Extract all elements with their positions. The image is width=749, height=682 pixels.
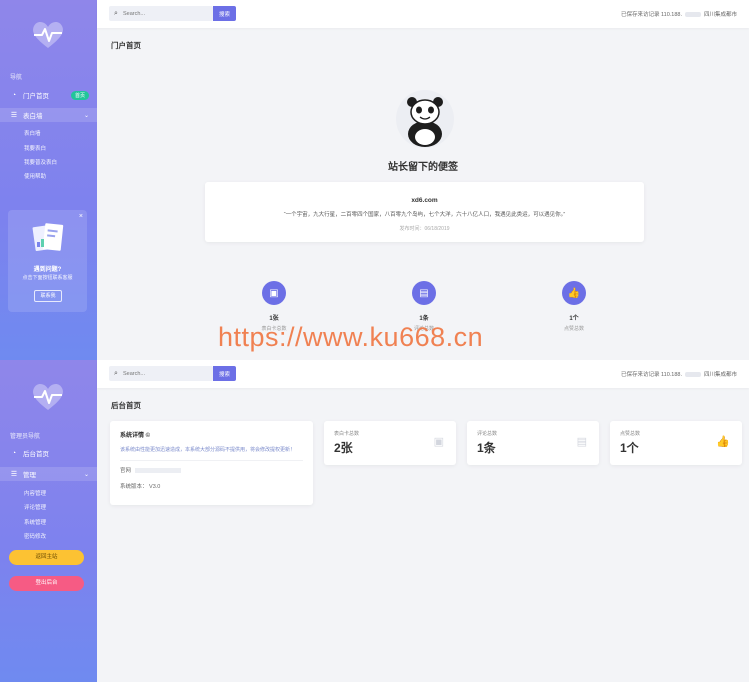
help-promo-card: × 遇到问题? 点击下面按钮联系客服 联系我 xyxy=(8,210,87,312)
chevron-down-icon: ⌄ xyxy=(83,471,89,478)
info-row-value: V3.0 xyxy=(149,484,161,490)
note-time: 发布时间：06/18/2019 xyxy=(399,226,450,232)
sidebar-item-label: 后台首页 xyxy=(23,451,49,458)
stat-value: 1条 xyxy=(477,441,496,455)
search-button[interactable]: 搜索 xyxy=(213,366,236,381)
nav-section-label: 导航 xyxy=(10,75,23,81)
info-row-label: 系统版本： xyxy=(120,484,148,490)
admin-screenshot: 管理员导航 ◔ 后台首页 ☰ 管理 ⌄ 内容管理 评论管理 系统管理 密码修改 … xyxy=(0,360,749,682)
info-row-website: 官网 xyxy=(120,466,182,474)
thumbs-up-icon: 👍 xyxy=(716,436,730,448)
info-card-description: 该系统由性能更加迅速造成，本系统大部分源码不提供用，将会修改提权更新！ xyxy=(120,447,296,453)
stat-card-comments[interactable]: 评论总数 1条 ▤ xyxy=(467,421,599,465)
info-card-title: 系统详情 © xyxy=(120,433,151,439)
visitor-status: 已保存来访记录 110.188. 四川集成都市 xyxy=(621,370,737,378)
stat-card-likes[interactable]: 点赞总数 1个 👍 xyxy=(610,421,742,465)
sidebar-item-confession-wall[interactable]: ☰ 表白墙 ⌄ xyxy=(0,108,97,122)
sidebar-subitem-confess[interactable]: 我要表白 xyxy=(24,144,46,152)
list-icon: ☰ xyxy=(10,471,18,478)
sidebar-item-portal-home[interactable]: ◔ 门户首页 首页 xyxy=(10,88,89,102)
note-site: xd6.com xyxy=(411,197,438,204)
stat-label: 评论总数 xyxy=(477,431,498,437)
comment-icon: ▤ xyxy=(412,281,436,305)
nav-section-label: 管理员导航 xyxy=(10,434,41,440)
heartbeat-icon[interactable] xyxy=(31,20,65,50)
sidebar-subitem-comments[interactable]: 评论管理 xyxy=(24,503,46,511)
redacted-url xyxy=(135,468,182,474)
page-title: 后台首页 xyxy=(111,401,141,410)
search-button[interactable]: 搜索 xyxy=(213,6,236,21)
watermark-url: https://www.ku668.cn xyxy=(218,322,484,352)
dashboard-icon: ◔ xyxy=(11,449,17,457)
info-row-label: 官网 xyxy=(120,468,132,474)
stat-value: 2张 xyxy=(334,441,353,455)
card-icon: ▣ xyxy=(262,281,286,305)
back-to-site-button[interactable]: 返回主站 xyxy=(9,550,84,565)
divider xyxy=(120,460,303,461)
top-header: ⌕ 搜索 已保存来访记录 110.188. 四川集成都市 xyxy=(97,0,749,28)
panda-avatar-icon xyxy=(407,97,443,147)
visitor-status-prefix: 已保存来访记录 110.188. xyxy=(620,372,682,378)
note-title: 站长留下的便签 xyxy=(388,162,458,173)
sidebar-subitem-wall[interactable]: 表白墙 xyxy=(24,129,41,137)
comment-icon: ▤ xyxy=(576,436,587,448)
stat-card-cards[interactable]: 表白卡总数 2张 ▣ xyxy=(324,421,456,465)
stat-value: 1个 xyxy=(569,316,579,322)
search-box: ⌕ xyxy=(109,366,213,381)
promo-subtitle: 点击下面按钮联系客服 xyxy=(22,275,73,281)
stat-value: 1张 xyxy=(269,316,279,322)
documents-illustration-icon xyxy=(32,223,64,252)
promo-title: 遇到问题? xyxy=(33,267,62,273)
sidebar-item-label: 管理 xyxy=(23,472,36,479)
sidebar-subitem-content[interactable]: 内容管理 xyxy=(24,489,46,497)
chevron-down-icon: ⌄ xyxy=(83,112,89,119)
portal-screenshot: 导航 ◔ 门户首页 首页 ☰ 表白墙 ⌄ 表白墙 我要表白 我要普及表白 使用帮… xyxy=(0,0,749,360)
top-header: ⌕ 搜索 已保存来访记录 110.188. 四川集成都市 xyxy=(97,360,749,388)
page-title: 门户首页 xyxy=(111,41,141,50)
search-box: ⌕ xyxy=(109,6,213,21)
stat-value: 1条 xyxy=(419,316,429,322)
avatar xyxy=(396,90,454,148)
thumbs-up-icon: 👍 xyxy=(562,281,586,305)
search-icon: ⌕ xyxy=(114,9,118,17)
search-icon: ⌕ xyxy=(114,369,118,377)
visitor-status-location: 四川集成都市 xyxy=(703,12,737,18)
system-info-card: 系统详情 © 该系统由性能更加迅速造成，本系统大部分源码不提供用，将会修改提权更… xyxy=(110,421,313,505)
dashboard-icon: ◔ xyxy=(11,91,17,99)
list-icon: ☰ xyxy=(10,112,18,119)
stat-label: 表白卡总数 xyxy=(334,431,360,437)
sidebar: 管理员导航 ◔ 后台首页 ☰ 管理 ⌄ 内容管理 评论管理 系统管理 密码修改 … xyxy=(0,360,97,682)
visitor-status-prefix: 已保存来访记录 110.188. xyxy=(620,12,682,18)
stat-value: 1个 xyxy=(620,441,639,455)
visitor-status: 已保存来访记录 110.188. 四川集成都市 xyxy=(621,10,737,18)
stat-label: 点赞总数 xyxy=(620,431,641,437)
close-icon[interactable]: × xyxy=(79,213,83,220)
sidebar: 导航 ◔ 门户首页 首页 ☰ 表白墙 ⌄ 表白墙 我要表白 我要普及表白 使用帮… xyxy=(0,0,97,360)
sidebar-item-label: 门户首页 xyxy=(23,93,49,100)
note-card: xd6.com “一个宇宙，九大行星，二百零四个国家，八百零九个岛屿，七个大洋，… xyxy=(205,182,644,242)
sidebar-subitem-system[interactable]: 系统管理 xyxy=(24,518,46,526)
stat-label: 点赞总数 xyxy=(563,326,584,332)
contact-button[interactable]: 联系我 xyxy=(34,290,62,302)
heartbeat-icon[interactable] xyxy=(31,382,65,412)
sidebar-item-admin-home[interactable]: ◔ 后台首页 xyxy=(10,446,89,460)
logout-button[interactable]: 登出后台 xyxy=(9,576,84,591)
redacted-ip xyxy=(684,371,701,377)
status-badge: 首页 xyxy=(70,90,89,100)
visitor-status-location: 四川集成都市 xyxy=(703,372,737,378)
stat-likes-total[interactable]: 👍 1个 点赞总数 xyxy=(544,281,604,332)
info-row-version: 系统版本： V3.0 xyxy=(120,482,160,490)
sidebar-subitem-help[interactable]: 使用帮助 xyxy=(24,172,46,180)
sidebar-item-label: 表白墙 xyxy=(23,113,43,120)
sidebar-item-manage[interactable]: ☰ 管理 ⌄ xyxy=(0,467,97,481)
search-input[interactable] xyxy=(123,10,209,17)
redacted-ip xyxy=(684,11,701,17)
note-text: “一个宇宙，九大行星，二百零四个国家，八百零九个岛屿，七个大洋，六十八亿人口，我… xyxy=(283,212,566,218)
search-input[interactable] xyxy=(123,370,209,377)
card-icon: ▣ xyxy=(433,436,444,448)
sidebar-subitem-password[interactable]: 密码修改 xyxy=(24,532,46,540)
